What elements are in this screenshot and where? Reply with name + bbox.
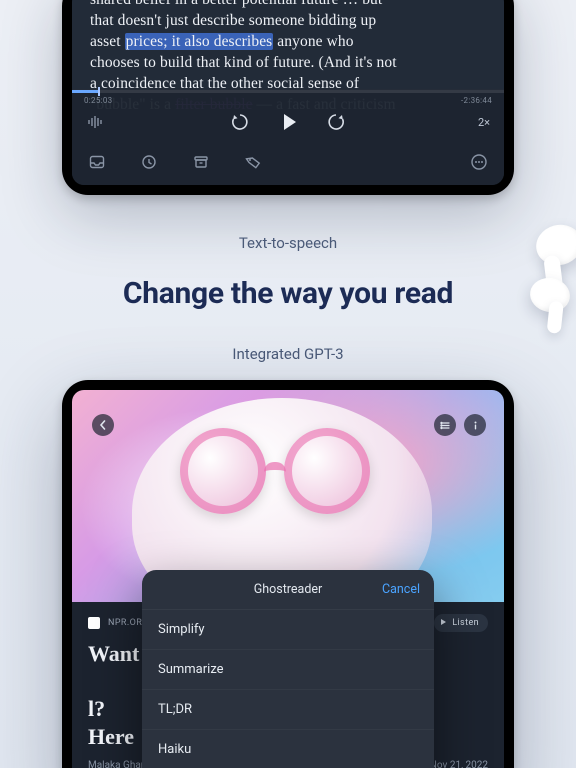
article-line: that doesn't just describe someone biddi… xyxy=(90,11,486,32)
listen-button[interactable]: Listen xyxy=(434,614,488,632)
waveform-icon[interactable] xyxy=(88,116,104,128)
author-name: Malaka Ghari xyxy=(88,760,147,768)
ghostreader-sheet: Ghostreader Cancel Simplify Summarize TL… xyxy=(142,570,434,768)
more-icon[interactable] xyxy=(470,153,488,171)
tablet-top-frame: shared belief in a better potential futu… xyxy=(62,0,514,195)
tablet-top-screen: shared belief in a better potential futu… xyxy=(72,0,504,185)
inbox-icon[interactable] xyxy=(88,153,106,171)
marketing-headline: Change the way you read xyxy=(0,276,576,311)
tag-icon[interactable] xyxy=(244,153,262,171)
player-controls: 2× xyxy=(72,105,504,139)
audio-player: 0:25:03 -2:36:44 2× xyxy=(72,89,504,185)
hero-actions xyxy=(434,414,486,436)
forward-button[interactable] xyxy=(325,111,347,133)
sheet-title: Ghostreader xyxy=(254,582,323,597)
title-frag: Here xyxy=(88,724,134,749)
title-frag: l? xyxy=(88,696,105,721)
elapsed-time: 0:25:03 xyxy=(84,96,112,105)
caption-tts: Text-to-speech xyxy=(0,234,576,252)
remaining-time: -2:36:44 xyxy=(461,96,492,105)
article-line: asset prices; it also describes anyone w… xyxy=(90,32,486,53)
tablet-bottom-screen: NPR.ORG Listen Want XXXXXXXXXXXXXXXXXXXX… xyxy=(72,390,504,768)
article-line: shared belief in a better potential futu… xyxy=(90,0,486,11)
time-row: 0:25:03 -2:36:44 xyxy=(72,93,504,105)
play-button[interactable] xyxy=(277,111,299,133)
later-icon[interactable] xyxy=(140,153,158,171)
article-line: chooses to build that kind of future. (A… xyxy=(90,53,486,74)
back-button[interactable] xyxy=(92,414,114,436)
playback-speed[interactable]: 2× xyxy=(478,116,490,129)
toc-button[interactable] xyxy=(434,414,456,436)
progress-bar[interactable] xyxy=(72,90,504,93)
sheet-header: Ghostreader Cancel xyxy=(142,570,434,610)
airpod-graphic xyxy=(532,220,576,271)
article-text-frag: asset xyxy=(90,33,125,50)
caption-gpt: Integrated GPT-3 xyxy=(0,345,576,363)
sheet-item-summarize[interactable]: Summarize xyxy=(142,650,434,690)
sheet-item-simplify[interactable]: Simplify xyxy=(142,610,434,650)
rewind-button[interactable] xyxy=(229,111,251,133)
progress-fill xyxy=(72,90,98,93)
title-frag: Want xyxy=(88,641,139,666)
progress-handle[interactable] xyxy=(98,87,100,96)
source-badge-icon xyxy=(88,617,100,629)
tablet-bottom-frame: NPR.ORG Listen Want XXXXXXXXXXXXXXXXXXXX… xyxy=(62,380,514,768)
sheet-item-haiku[interactable]: Haiku xyxy=(142,730,434,768)
player-bottom-row xyxy=(72,139,504,179)
sheet-item-tldr[interactable]: TL;DR xyxy=(142,690,434,730)
archive-icon[interactable] xyxy=(192,153,210,171)
publish-date: Nov 21, 2022 xyxy=(430,760,488,768)
highlighted-text: prices; it also describes xyxy=(125,33,274,50)
info-button[interactable] xyxy=(464,414,486,436)
sheet-cancel-button[interactable]: Cancel xyxy=(382,582,420,597)
article-text-frag: anyone who xyxy=(273,33,353,50)
